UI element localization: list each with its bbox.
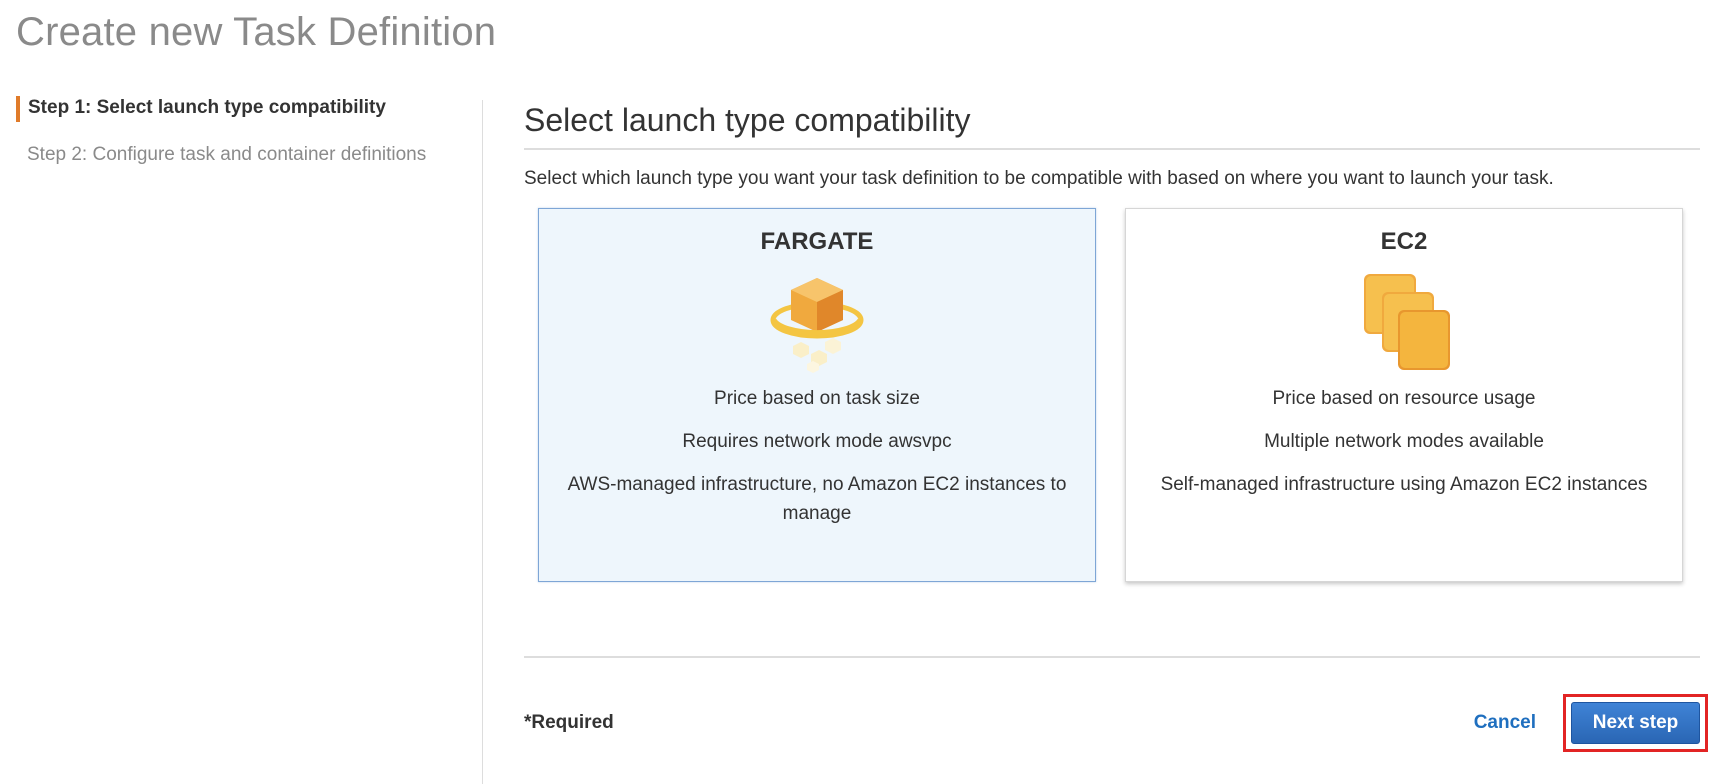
next-step-button[interactable]: Next step	[1571, 702, 1700, 744]
fargate-network: Requires network mode awsvpc	[682, 431, 952, 452]
section-description: Select which launch type you want your t…	[524, 168, 1554, 189]
fargate-cube-icon	[770, 278, 864, 373]
ec2-pricing: Price based on resource usage	[1272, 388, 1536, 409]
fargate-pricing: Price based on task size	[714, 388, 920, 409]
ec2-network: Multiple network modes available	[1264, 431, 1544, 452]
main-content: Select launch type compatibility Select …	[524, 96, 1708, 752]
section-title: Select launch type compatibility	[524, 102, 971, 138]
required-note: *Required	[524, 712, 614, 733]
ec2-title: EC2	[1380, 228, 1428, 255]
wizard-steps: Step 1: Select launch type compatibility…	[16, 96, 456, 169]
fargate-title: FARGATE	[760, 228, 874, 255]
ec2-instances-icon	[1364, 274, 1450, 370]
vertical-divider	[482, 100, 483, 784]
step-1-launch-type[interactable]: Step 1: Select launch type compatibility	[16, 96, 456, 122]
fargate-option-card[interactable]: FARGATE Price based on task size Require…	[538, 208, 1096, 582]
next-step-highlight: Next step	[1563, 694, 1708, 752]
wizard-footer: *Required Cancel Next step	[524, 658, 1708, 752]
cancel-link[interactable]: Cancel	[1474, 712, 1536, 734]
ec2-option-card[interactable]: EC2 Price based on resource usage Multip…	[1125, 208, 1683, 582]
section-divider	[524, 148, 1700, 150]
ec2-infrastructure: Self-managed infrastructure using Amazon…	[1160, 474, 1648, 495]
fargate-infrastructure: AWS-managed infrastructure, no Amazon EC…	[567, 474, 1067, 524]
page-title: Create new Task Definition	[16, 10, 497, 54]
step-2-configure-task[interactable]: Step 2: Configure task and container def…	[16, 143, 456, 169]
launch-type-options: FARGATE Price based on task size Require…	[524, 208, 1700, 586]
